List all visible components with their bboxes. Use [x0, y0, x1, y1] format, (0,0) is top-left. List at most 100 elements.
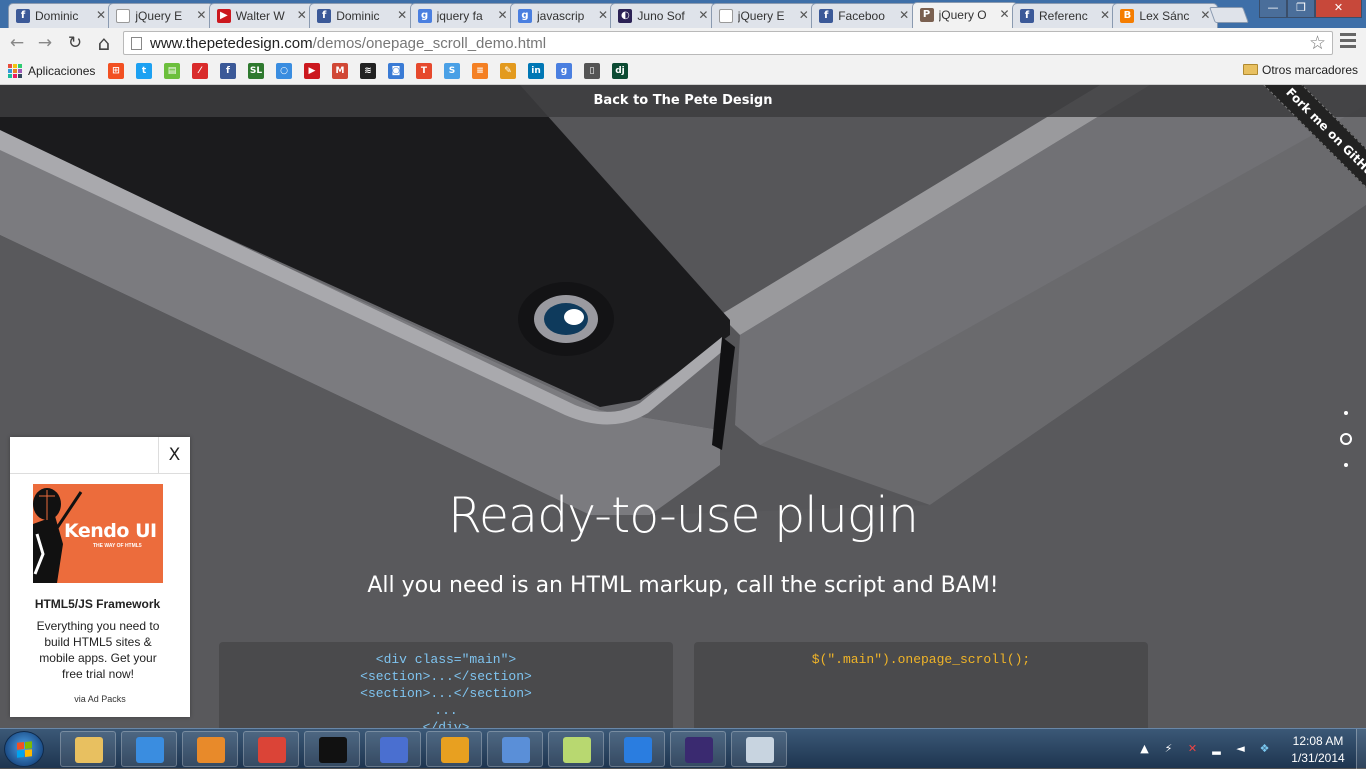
back-button[interactable]: ← — [6, 32, 28, 54]
internet-explorer-icon — [136, 737, 164, 763]
windows-bookmark-icon[interactable]: ⊞ — [108, 63, 124, 79]
close-tab-icon[interactable]: ✕ — [96, 8, 106, 22]
html-markup-code-block: <div class="main"> <section>...</section… — [219, 642, 673, 728]
hero-title: Ready-to-use plugin — [448, 487, 919, 544]
pagination-dot[interactable] — [1340, 433, 1352, 445]
browser-tab[interactable]: f Dominic ✕ — [8, 3, 114, 28]
start-button[interactable] — [4, 731, 44, 767]
explorer-taskbar-button[interactable] — [60, 731, 116, 767]
show-desktop-button[interactable] — [1356, 729, 1366, 769]
pagination-dot[interactable] — [1344, 411, 1348, 415]
close-tab-icon[interactable]: ✕ — [598, 8, 608, 22]
divider — [10, 473, 190, 474]
eclipse-taskbar-button[interactable] — [670, 731, 726, 767]
minimize-button[interactable]: — — [1259, 0, 1287, 18]
winamp-taskbar-button[interactable] — [426, 731, 482, 767]
code-line: </div> — [422, 720, 470, 728]
browser-tab[interactable]: ◐ Juno Sof ✕ — [610, 3, 717, 28]
close-tab-icon[interactable]: ✕ — [899, 8, 909, 22]
close-tab-icon[interactable]: ✕ — [1200, 8, 1210, 22]
close-tab-icon[interactable]: ✕ — [196, 8, 206, 22]
pagination-dot[interactable] — [1344, 463, 1348, 467]
linkedin-bookmark-icon[interactable]: in — [528, 63, 544, 79]
browser-tab[interactable]: f Referenc ✕ — [1012, 3, 1118, 28]
close-tab-icon[interactable]: ✕ — [698, 8, 708, 22]
cmd-taskbar-button[interactable] — [304, 731, 360, 767]
gmail-bookmark-icon[interactable]: M — [332, 63, 348, 79]
pagination — [1337, 411, 1355, 467]
facebook-bookmark-icon[interactable]: f — [220, 63, 236, 79]
close-tab-icon[interactable]: ✕ — [498, 8, 508, 22]
close-tab-icon[interactable]: ✕ — [799, 8, 809, 22]
tab-label: Juno Sof — [637, 9, 685, 23]
pen-bookmark-icon[interactable]: ✎ — [500, 63, 516, 79]
chrome-menu-icon[interactable] — [1340, 33, 1356, 49]
calculator-icon — [746, 737, 774, 763]
sticky-notes-taskbar-button[interactable] — [548, 731, 604, 767]
google-icon: g — [417, 9, 432, 23]
browser-tab[interactable]: f Dominic ✕ — [309, 3, 416, 28]
green-bookmark-icon[interactable]: ▤ — [164, 63, 180, 79]
google-bookmark-icon[interactable]: g — [556, 63, 572, 79]
back-to-site-link[interactable]: Back to The Pete Design — [594, 93, 773, 108]
other-bookmarks-folder[interactable]: Otros marcadores — [1243, 63, 1358, 77]
youtube-bookmark-icon[interactable]: ▶ — [304, 63, 320, 79]
power-icon[interactable]: ⚡ — [1162, 742, 1175, 755]
twitter-bookmark-icon[interactable]: t — [136, 63, 152, 79]
signal-icon[interactable]: ▂ — [1210, 742, 1223, 755]
browser-tab[interactable]: jQuery E ✕ — [108, 3, 215, 28]
stackoverflow-bookmark-icon[interactable]: ≡ — [472, 63, 488, 79]
circles-taskbar-button[interactable] — [609, 731, 665, 767]
google-icon: g — [518, 9, 532, 23]
close-window-button[interactable]: ✕ — [1315, 0, 1362, 18]
home-button[interactable]: ⌂ — [93, 32, 115, 54]
forward-button[interactable]: → — [34, 32, 56, 54]
remote-desktop-taskbar-button[interactable] — [487, 731, 543, 767]
ad-image[interactable]: Kendo UI THE WAY OF HTML5 — [33, 484, 163, 583]
browser-tab[interactable]: ▶ Walter W ✕ — [208, 3, 315, 28]
browser-tab[interactable]: f Faceboo ✕ — [811, 3, 918, 28]
browser-tab[interactable]: PjQuery O ✕ — [911, 2, 1018, 28]
layers-bookmark-icon[interactable]: ≋ — [360, 63, 376, 79]
reload-button[interactable]: ↻ — [64, 32, 86, 54]
bookmark-star-icon[interactable]: ☆ — [1309, 32, 1326, 54]
ie-taskbar-button[interactable] — [121, 731, 177, 767]
ad-body: Everything you need to build HTML5 sites… — [36, 619, 160, 681]
ad-title[interactable]: HTML5/JS Framework — [10, 597, 185, 611]
dropbox-icon[interactable]: ❖ — [1258, 742, 1271, 755]
close-ad-button[interactable]: X — [158, 437, 190, 473]
close-tab-icon[interactable]: ✕ — [1000, 7, 1010, 21]
facebook-icon: f — [819, 9, 834, 23]
browser-tab[interactable]: B Lex Sánc ✕ — [1112, 3, 1219, 28]
network-taskbar-button[interactable] — [365, 731, 421, 767]
show-hidden-icons-icon[interactable]: ▲ — [1138, 742, 1151, 755]
apps-grid-icon[interactable] — [8, 64, 22, 78]
software-libre-bookmark-icon[interactable]: SL — [248, 63, 264, 79]
ad-via-link[interactable]: via Ad Packs — [10, 694, 190, 704]
s-bookmark-icon[interactable]: S — [444, 63, 460, 79]
network-error-icon[interactable]: ✕ — [1186, 742, 1199, 755]
volume-icon[interactable]: ◄ — [1234, 742, 1247, 755]
close-tab-icon[interactable]: ✕ — [1100, 8, 1110, 22]
page-icon — [718, 9, 733, 23]
t-bookmark-icon[interactable]: T — [416, 63, 432, 79]
new-tab-button[interactable] — [1209, 7, 1249, 23]
chrome-taskbar-button[interactable] — [243, 731, 299, 767]
ring-bookmark-icon[interactable]: ○ — [276, 63, 292, 79]
clock-date[interactable]: 1/31/2014 — [1284, 751, 1352, 765]
django-bookmark-icon[interactable]: dj — [612, 63, 628, 79]
chat-bookmark-icon[interactable]: ◙ — [388, 63, 404, 79]
browser-tab[interactable]: g jquery fa ✕ — [409, 3, 516, 28]
clock-time[interactable]: 12:08 AM — [1290, 734, 1346, 748]
media-player-taskbar-button[interactable] — [182, 731, 238, 767]
maximize-button[interactable]: ❐ — [1287, 0, 1315, 18]
browser-tab[interactable]: g javascrip ✕ — [510, 3, 616, 28]
apps-bookmark[interactable]: Aplicaciones — [28, 64, 95, 78]
browser-tab[interactable]: jQuery E ✕ — [710, 3, 817, 28]
red-pencil-bookmark-icon[interactable]: ⁄ — [192, 63, 208, 79]
close-tab-icon[interactable]: ✕ — [397, 8, 407, 22]
address-bar[interactable]: www.thepetedesign.com/demos/onepage_scro… — [123, 31, 1333, 55]
calculator-taskbar-button[interactable] — [731, 731, 787, 767]
close-tab-icon[interactable]: ✕ — [297, 8, 307, 22]
device-bookmark-icon[interactable]: ▯ — [584, 63, 600, 79]
